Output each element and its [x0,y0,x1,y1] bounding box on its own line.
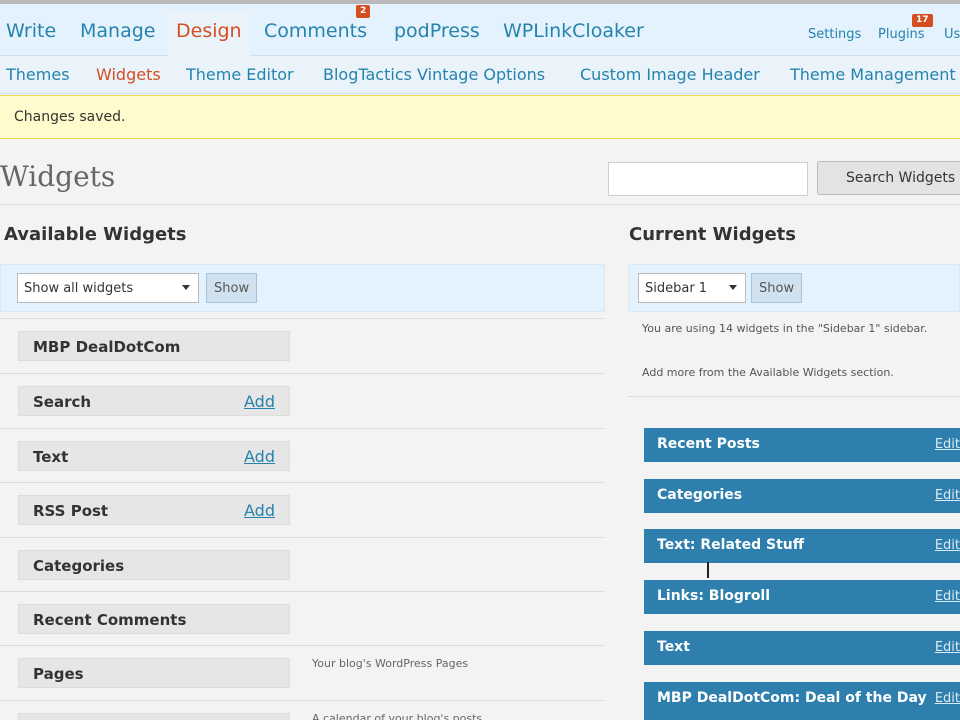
nav-settings[interactable]: Settings [808,27,861,42]
available-widget-row: A calendar of your blog's posts [0,700,605,720]
nav-users[interactable]: Us [944,27,960,42]
current-widget-item[interactable]: Recent Posts Edit [644,428,960,462]
available-widget-row: Pages Your blog's WordPress Pages [0,645,605,699]
widget-name: Recent Comments [33,611,187,629]
available-widget-row: MBP DealDotCom [0,318,605,372]
chevron-down-icon [729,285,737,290]
current-widget-item[interactable]: Text Edit [644,631,960,665]
nav-comments[interactable]: Comments [264,20,367,42]
sub-nav: Themes Widgets Theme Editor BlogTactics … [0,56,960,94]
current-widget-item[interactable]: Links: Blogroll Edit [644,580,960,614]
subnav-theme-editor[interactable]: Theme Editor [186,65,294,84]
available-widget-row: RSS Post Add [0,482,605,536]
sidebar-usage-text: You are using 14 widgets in the "Sidebar… [642,322,928,335]
nav-write[interactable]: Write [6,20,56,42]
nav-podpress[interactable]: podPress [394,20,480,42]
edit-widget-link[interactable]: Edit [935,640,960,655]
available-widget-row: Recent Comments [0,591,605,645]
available-filter-bar: Show all widgets Show [0,264,605,312]
add-search-widget-link[interactable]: Add [244,392,275,411]
subnav-theme-management[interactable]: Theme Management [790,65,956,84]
sidebar-show-button[interactable]: Show [751,273,803,303]
widget-name: MBP DealDotCom [33,338,181,356]
subnav-blogtactics-options[interactable]: BlogTactics Vintage Options [323,65,545,84]
notice-text: Changes saved. [14,109,126,125]
filter-show-button[interactable]: Show [206,273,258,303]
sidebar-select-value: Sidebar 1 [645,281,708,296]
current-widget-item[interactable]: Categories Edit [644,479,960,513]
current-widget-item[interactable]: MBP DealDotCom: Deal of the Day Edit [644,682,960,720]
subnav-widgets[interactable]: Widgets [96,65,161,84]
widget-handle[interactable]: RSS Post Add [18,495,290,525]
widget-handle[interactable]: MBP DealDotCom [18,331,290,361]
widget-name: Text [33,448,69,466]
comments-count-badge: 2 [356,5,371,18]
widget-name: Pages [33,665,84,683]
chevron-down-icon [182,285,190,290]
current-divider [628,396,960,397]
current-widget-name: Recent Posts [657,436,760,452]
edit-widget-link[interactable]: Edit [935,488,960,503]
widget-filter-value: Show all widgets [24,281,134,296]
widget-handle[interactable]: Pages [18,658,290,688]
current-sidebar-bar: Sidebar 1 Show [628,264,960,312]
add-rss-post-widget-link[interactable]: Add [244,501,275,520]
edit-widget-link[interactable]: Edit [935,538,960,553]
current-widget-item[interactable]: Text: Related Stuff Edit [644,529,960,563]
widget-handle[interactable]: Search Add [18,386,290,416]
search-widgets-input[interactable] [608,162,808,196]
widget-name: RSS Post [33,502,109,520]
widget-handle[interactable]: Categories [18,550,290,580]
available-widgets-heading: Available Widgets [4,224,187,245]
page-title: Widgets [0,160,116,193]
current-widget-name: MBP DealDotCom: Deal of the Day [657,690,927,706]
widget-description: Your blog's WordPress Pages [312,657,469,670]
nav-wplinkcloaker[interactable]: WPLinkCloaker [503,20,644,42]
edit-widget-link[interactable]: Edit [935,437,960,452]
current-widgets-heading: Current Widgets [629,224,796,245]
edit-widget-link[interactable]: Edit [935,691,960,706]
available-widget-row: Text Add [0,428,605,482]
current-widget-name: Text [657,639,690,655]
widget-name: Search [33,393,92,411]
current-widget-name: Links: Blogroll [657,588,771,604]
sidebar-select[interactable]: Sidebar 1 [638,273,746,303]
main-nav: Write Manage Design Comments 2 podPress … [0,4,960,56]
widget-name: Categories [33,557,125,575]
subnav-custom-image-header[interactable]: Custom Image Header [580,65,760,84]
widget-handle[interactable]: Recent Comments [18,604,290,634]
plugins-update-badge: 17 [912,14,933,27]
search-widgets-button[interactable]: Search Widgets [817,161,960,195]
current-widget-name: Text: Related Stuff [657,537,805,553]
nav-design[interactable]: Design [168,12,250,56]
sidebar-hint-text: Add more from the Available Widgets sect… [642,366,894,379]
widget-filter-select[interactable]: Show all widgets [17,273,199,303]
edit-widget-link[interactable]: Edit [935,589,960,604]
title-divider [0,204,960,205]
updated-notice: Changes saved. [0,95,960,139]
widget-handle[interactable]: Text Add [18,441,290,471]
text-cursor [707,562,709,578]
widget-description: A calendar of your blog's posts [312,712,483,720]
available-widget-row: Search Add [0,373,605,427]
available-widget-row: Categories [0,537,605,591]
subnav-themes[interactable]: Themes [6,65,70,84]
widget-handle[interactable] [18,713,290,720]
add-text-widget-link[interactable]: Add [244,447,275,466]
current-widget-name: Categories [657,487,743,503]
nav-manage[interactable]: Manage [80,20,155,42]
nav-plugins[interactable]: Plugins [878,27,925,42]
